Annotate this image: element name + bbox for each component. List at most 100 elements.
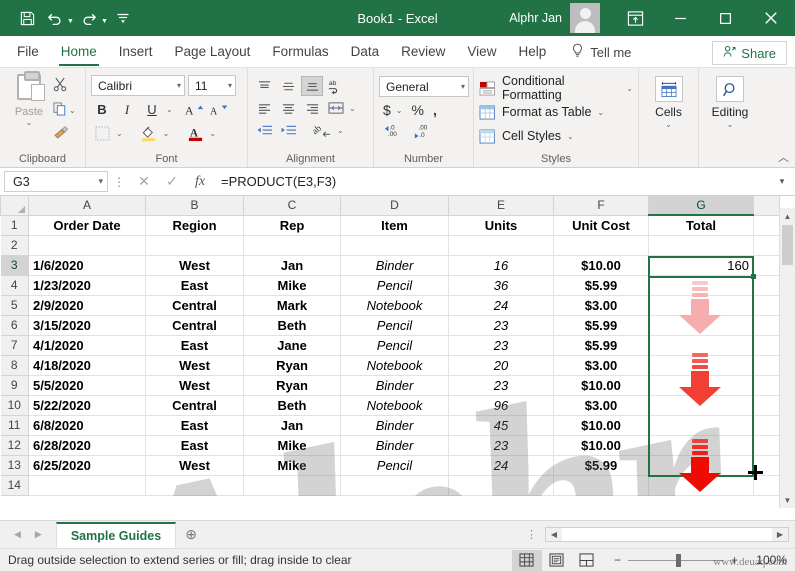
cell-g8[interactable] [648, 355, 754, 376]
column-header-a[interactable]: A [28, 196, 146, 216]
cell-b9[interactable]: West [145, 375, 244, 396]
select-all-corner[interactable] [0, 196, 29, 216]
cell-c2[interactable] [243, 235, 341, 256]
zoom-slider-thumb[interactable] [675, 553, 681, 567]
tab-page-layout[interactable]: Page Layout [164, 37, 262, 67]
cell-b5[interactable]: Central [145, 295, 244, 316]
cell-a11[interactable]: 6/8/2020 [28, 415, 146, 436]
scroll-down-icon[interactable]: ▼ [780, 492, 795, 508]
row-header-5[interactable]: 5 [0, 294, 29, 316]
fill-color-dropdown-caret-icon[interactable]: ⌄ [163, 129, 170, 138]
cell-c13[interactable]: Mike [243, 455, 341, 476]
align-top-icon[interactable] [253, 76, 275, 96]
tab-home[interactable]: Home [50, 37, 108, 67]
cell-e5[interactable]: 24 [448, 295, 554, 316]
cell-b3[interactable]: West [145, 255, 244, 276]
customize-qat-icon[interactable] [110, 5, 136, 31]
cell-c4[interactable]: Mike [243, 275, 341, 296]
cell-e14[interactable] [448, 475, 554, 496]
cell-d8[interactable]: Notebook [340, 355, 449, 376]
cell-b13[interactable]: West [145, 455, 244, 476]
paste-dropdown-caret-icon[interactable]: ⌄ [26, 118, 33, 127]
increase-decimal-icon[interactable]: .00.0 [413, 123, 433, 143]
cell-f4[interactable]: $5.99 [553, 275, 649, 296]
add-sheet-plus-icon[interactable]: ⊕ [176, 526, 206, 543]
cell-e9[interactable]: 23 [448, 375, 554, 396]
cell-h5[interactable] [753, 295, 780, 316]
cells-dropdown-caret-icon[interactable]: ⌄ [665, 120, 672, 129]
cell-g2[interactable] [648, 235, 754, 256]
column-header-f[interactable]: F [553, 196, 649, 216]
cell-h14[interactable] [753, 475, 780, 496]
tab-help[interactable]: Help [507, 37, 557, 67]
column-header-d[interactable]: D [340, 196, 449, 216]
cell-g1[interactable]: Total [648, 215, 754, 236]
cell-a10[interactable]: 5/22/2020 [28, 395, 146, 416]
minimize-icon[interactable] [658, 0, 703, 36]
tab-review[interactable]: Review [390, 37, 456, 67]
fill-handle[interactable] [751, 274, 756, 279]
percent-style-icon[interactable]: % [412, 102, 424, 118]
vertical-scrollbar[interactable]: ▲ ▼ [779, 208, 795, 508]
zoom-level-label[interactable]: 100% [745, 553, 787, 567]
cell-g3[interactable]: 160 [648, 255, 754, 276]
tab-view[interactable]: View [456, 37, 507, 67]
cell-f14[interactable] [553, 475, 649, 496]
next-sheet-icon[interactable]: ▶ [35, 529, 42, 540]
cell-a9[interactable]: 5/5/2020 [28, 375, 146, 396]
cell-e12[interactable]: 23 [448, 435, 554, 456]
cell-d11[interactable]: Binder [340, 415, 449, 436]
cell-c8[interactable]: Ryan [243, 355, 341, 376]
expand-formula-bar-icon[interactable]: ▾ [773, 176, 791, 187]
font-color-dropdown-caret-icon[interactable]: ⌄ [209, 129, 216, 138]
cell-d9[interactable]: Binder [340, 375, 449, 396]
cell-f12[interactable]: $10.00 [553, 435, 649, 456]
cell-a15[interactable] [28, 495, 146, 496]
font-color-icon[interactable]: A [184, 123, 206, 144]
accounting-number-format-icon[interactable]: $ ⌄ [383, 102, 403, 118]
column-header-h[interactable] [753, 196, 780, 216]
column-header-c[interactable]: C [243, 196, 341, 216]
row-header-14[interactable]: 14 [0, 474, 29, 496]
format-as-table-button[interactable]: Format as Table ⌄ [479, 100, 604, 124]
chevron-down-icon[interactable]: ⌄ [567, 132, 574, 141]
cell-a1[interactable]: Order Date [28, 215, 146, 236]
cell-e2[interactable] [448, 235, 554, 256]
cell-f8[interactable]: $3.00 [553, 355, 649, 376]
cell-h11[interactable] [753, 415, 780, 436]
cell-f13[interactable]: $5.99 [553, 455, 649, 476]
cell-h8[interactable] [753, 355, 780, 376]
underline-button[interactable]: U [141, 99, 163, 120]
row-header-7[interactable]: 7 [0, 334, 29, 356]
cell-h4[interactable] [753, 275, 780, 296]
zoom-out-icon[interactable]: − [614, 553, 621, 567]
row-header-11[interactable]: 11 [0, 414, 29, 436]
cell-e8[interactable]: 20 [448, 355, 554, 376]
cell-a14[interactable] [28, 475, 146, 496]
cell-c11[interactable]: Jan [243, 415, 341, 436]
cell-a3[interactable]: 1/6/2020 [28, 255, 146, 276]
cell-e13[interactable]: 24 [448, 455, 554, 476]
cell-d13[interactable]: Pencil [340, 455, 449, 476]
number-format-combo[interactable]: General ▾ [379, 76, 469, 97]
cell-d15[interactable] [340, 495, 449, 496]
decrease-decimal-icon[interactable]: .0.00 [383, 123, 403, 143]
cell-a13[interactable]: 6/25/2020 [28, 455, 146, 476]
align-left-icon[interactable] [253, 98, 275, 118]
font-name-combo[interactable]: Calibri ▾ [91, 75, 185, 96]
cell-d3[interactable]: Binder [340, 255, 449, 276]
cell-e3[interactable]: 16 [448, 255, 554, 276]
account-name[interactable]: Alphr Jan [509, 11, 562, 25]
cell-c12[interactable]: Mike [243, 435, 341, 456]
cell-a5[interactable]: 2/9/2020 [28, 295, 146, 316]
cell-b1[interactable]: Region [145, 215, 244, 236]
cell-b6[interactable]: Central [145, 315, 244, 336]
wrap-text-icon[interactable]: ab [325, 76, 351, 96]
cell-g7[interactable] [648, 335, 754, 356]
undo-icon[interactable] [42, 5, 68, 31]
cell-b15[interactable] [145, 495, 244, 496]
cell-g4[interactable] [648, 275, 754, 296]
cell-g14[interactable] [648, 475, 754, 496]
share-button[interactable]: Share [712, 41, 787, 65]
row-header-10[interactable]: 10 [0, 394, 29, 416]
